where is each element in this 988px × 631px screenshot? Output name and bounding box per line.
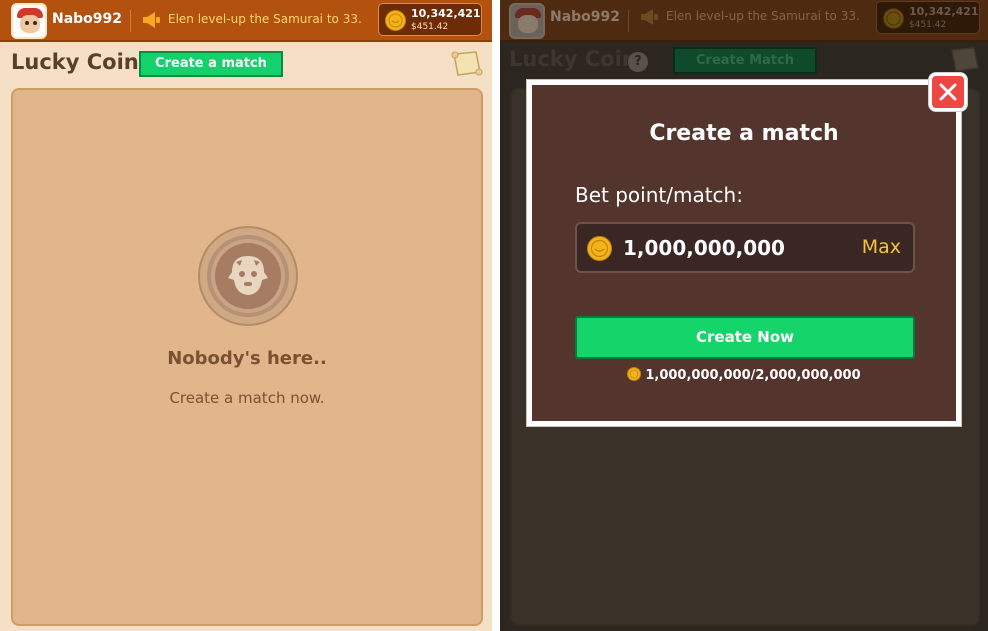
page-title: Lucky Coin xyxy=(11,50,139,74)
empty-state-heading: Nobody's here.. xyxy=(167,348,327,369)
create-match-screen: Nabo992 Elen level-up the Samurai to 33.… xyxy=(500,0,988,631)
bet-label: Bet point/match: xyxy=(575,183,743,207)
create-match-modal: Create a match Bet point/match: 1,000,00… xyxy=(527,80,961,426)
coin-icon xyxy=(883,8,904,29)
max-button[interactable]: Max xyxy=(862,236,901,258)
top-bar: Nabo992 Elen level-up the Samurai to 33.… xyxy=(0,0,492,42)
bet-limit: 1,000,000,000/2,000,000,000 xyxy=(532,367,956,383)
balance-amount: 10,342,421 xyxy=(909,5,979,18)
close-button[interactable] xyxy=(929,73,967,111)
close-icon xyxy=(939,83,957,101)
username: Nabo992 xyxy=(550,9,621,25)
help-icon: ? xyxy=(628,52,648,72)
balance-box[interactable]: 10,342,421 $451.42 xyxy=(378,3,482,36)
divider xyxy=(628,10,629,32)
balance-amount: 10,342,421 xyxy=(411,7,481,20)
bet-limit-text: 1,000,000,000/2,000,000,000 xyxy=(645,368,861,383)
coin-icon xyxy=(587,236,612,261)
avatar[interactable] xyxy=(11,3,47,39)
coin-icon xyxy=(627,367,642,381)
bet-amount-value: 1,000,000,000 xyxy=(623,236,785,260)
lobby-screen: Nabo992 Elen level-up the Samurai to 33.… xyxy=(0,0,492,631)
page-title: Lucky Coin xyxy=(509,47,637,71)
modal-title: Create a match xyxy=(649,121,839,146)
scroll-icon xyxy=(951,47,979,72)
announcement-ticker[interactable]: Elen level-up the Samurai to 33... xyxy=(168,12,363,26)
create-match-button: Create Match xyxy=(673,47,817,74)
announcement-ticker: Elen level-up the Samurai to 33... xyxy=(666,9,861,23)
create-now-button[interactable]: Create Now xyxy=(575,316,915,359)
username: Nabo992 xyxy=(52,11,123,27)
match-list-panel: Nobody's here.. Create a match now. xyxy=(11,88,483,626)
balance-usd: $451.42 xyxy=(909,20,947,30)
scroll-icon[interactable] xyxy=(450,50,484,78)
coin-icon xyxy=(385,10,406,31)
empty-coin-icon xyxy=(198,226,298,326)
top-bar: Nabo992 Elen level-up the Samurai to 33.… xyxy=(500,0,988,42)
empty-state-subtext: Create a match now. xyxy=(169,389,325,407)
megaphone-icon xyxy=(143,12,160,28)
divider xyxy=(130,10,131,32)
avatar xyxy=(509,3,545,39)
bet-amount-input[interactable]: 1,000,000,000 Max xyxy=(575,222,915,273)
megaphone-icon xyxy=(641,9,658,25)
balance-box: 10,342,421 $451.42 xyxy=(876,1,980,34)
create-match-button[interactable]: Create a match xyxy=(139,51,283,77)
balance-usd: $451.42 xyxy=(411,22,449,32)
